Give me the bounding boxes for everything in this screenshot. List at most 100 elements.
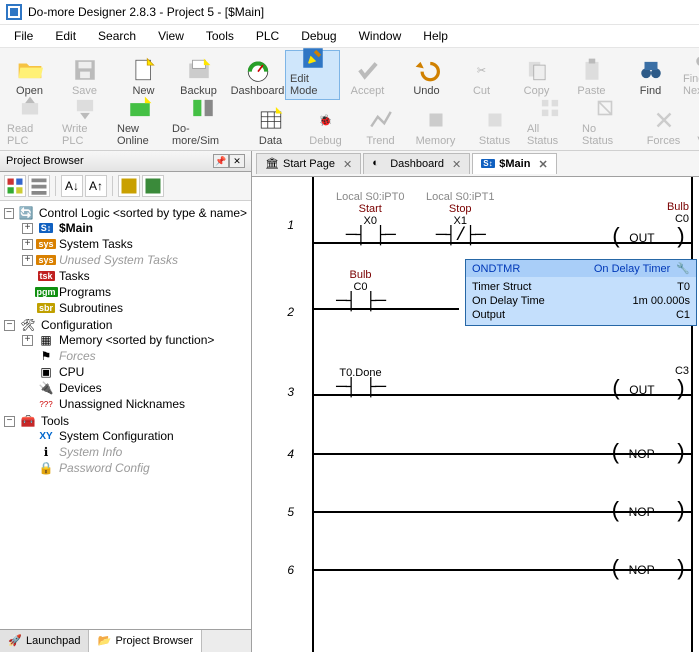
panel-pin-button[interactable]: 📌 [213, 154, 229, 168]
pb-tool-6[interactable] [142, 175, 164, 197]
write-plc-button[interactable]: Write PLC [57, 100, 112, 150]
all-status-button[interactable]: All Status [522, 100, 577, 150]
tree-system-configuration[interactable]: System Configuration [57, 429, 176, 443]
pb-tool-3[interactable]: A↓ [61, 175, 83, 197]
ladder-editor[interactable]: 1 Local S0:iPT0 Start X0 ─┤ ├─ Local S0:… [252, 177, 699, 652]
backup-button[interactable]: Backup [171, 50, 226, 100]
tree-collapse-icon[interactable]: − [4, 208, 14, 219]
tree-icon: 📂 [97, 634, 111, 648]
no-status-button[interactable]: No Status [577, 100, 632, 150]
panel-close-button[interactable]: ✕ [229, 154, 245, 168]
tree-control-logic[interactable]: Control Logic <sorted by type & name> [37, 206, 249, 220]
rung-number: 2 [252, 305, 306, 319]
tree-password-config[interactable]: Password Config [57, 461, 152, 475]
edit-mode-button[interactable]: Edit Mode [285, 50, 340, 100]
tree-unused-system-tasks[interactable]: Unused System Tasks [57, 253, 180, 267]
tree-expand-icon[interactable]: + [22, 255, 33, 266]
rung-4[interactable]: 4 (NOP ) [252, 425, 699, 483]
cut-button[interactable]: ✂Cut [454, 50, 509, 100]
tab-launchpad[interactable]: 🚀Launchpad [0, 630, 89, 652]
pb-tool-4[interactable]: A↑ [85, 175, 107, 197]
contact-no[interactable]: T0.Done ─┤ ├─ [336, 367, 385, 397]
tree-system-info[interactable]: System Info [57, 445, 124, 459]
forces-button[interactable]: Forces [636, 100, 691, 150]
tree-collapse-icon[interactable]: − [4, 416, 15, 427]
memory-button[interactable]: Memory [408, 100, 463, 150]
rung-1[interactable]: 1 Local S0:iPT0 Start X0 ─┤ ├─ Local S0:… [252, 185, 699, 265]
tree-tasks[interactable]: Tasks [57, 269, 92, 283]
contact-no[interactable]: Local S0:iPT0 Start X0 ─┤ ├─ [336, 191, 404, 245]
rung-6[interactable]: 6 (NOP ) [252, 541, 699, 599]
tree-expand-icon[interactable]: + [22, 223, 33, 234]
tree-programs[interactable]: Programs [57, 285, 113, 299]
tree-expand-icon[interactable]: + [22, 239, 33, 250]
timer-instruction-box[interactable]: ONDTMR On Delay Timer 🔧 Timer StructT0 O… [465, 259, 697, 326]
rung-3[interactable]: 3 T0.Done ─┤ ├─ C3 (OUT ) [252, 359, 699, 425]
debug-button[interactable]: 🐞Debug [298, 100, 353, 150]
dashboard-button[interactable]: Dashboard [230, 50, 285, 100]
trend-button[interactable]: Trend [353, 100, 408, 150]
pb-tool-1[interactable] [4, 175, 26, 197]
menu-edit[interactable]: Edit [45, 27, 86, 45]
menu-tools[interactable]: Tools [196, 27, 244, 45]
tree-main[interactable]: $Main [57, 221, 95, 235]
pb-tool-2[interactable] [28, 175, 50, 197]
menu-plc[interactable]: PLC [246, 27, 289, 45]
close-icon[interactable]: ✕ [538, 158, 547, 171]
close-icon[interactable]: ✕ [452, 158, 461, 171]
menu-file[interactable]: File [4, 27, 43, 45]
open-button[interactable]: Open [2, 50, 57, 100]
rung-2[interactable]: 2 Bulb C0 ─┤ ├─ ONDTMR On Delay Timer [252, 265, 699, 359]
tree-memory[interactable]: Memory <sorted by function> [57, 333, 216, 347]
copy-button[interactable]: Copy [509, 50, 564, 100]
accept-button[interactable]: Accept [340, 50, 395, 100]
menu-view[interactable]: View [148, 27, 194, 45]
tree-expand-icon[interactable]: + [22, 335, 33, 346]
menu-window[interactable]: Window [349, 27, 412, 45]
close-icon[interactable]: ✕ [343, 158, 352, 171]
tree-cpu[interactable]: CPU [57, 365, 86, 379]
tree-tools[interactable]: Tools [39, 414, 71, 428]
contact-no[interactable]: Bulb C0 ─┤ ├─ [336, 269, 385, 311]
data-button[interactable]: Data [243, 100, 298, 150]
no-contact-symbol: ─┤ ├─ [336, 227, 404, 245]
read-plc-button[interactable]: Read PLC [2, 100, 57, 150]
save-button[interactable]: Save [57, 50, 112, 100]
doc-tab-main[interactable]: S↕$Main✕ [472, 153, 556, 174]
wrench-icon[interactable]: 🔧 [676, 262, 690, 275]
cpu-icon: ▣ [38, 365, 54, 379]
nop-coil[interactable]: (NOP ) [609, 441, 689, 466]
menu-help[interactable]: Help [413, 27, 458, 45]
rung-5[interactable]: 5 (NOP ) [252, 483, 699, 541]
undo-button[interactable]: Undo [399, 50, 454, 100]
new-button[interactable]: New [116, 50, 171, 100]
nop-coil[interactable]: (NOP ) [609, 499, 689, 524]
tree-system-tasks[interactable]: System Tasks [57, 237, 135, 251]
paste-button[interactable]: Paste [564, 50, 619, 100]
nop-coil[interactable]: (NOP ) [609, 557, 689, 582]
doc-tab-dashboard[interactable]: ◐Dashboard✕ [363, 153, 470, 174]
menu-debug[interactable]: Debug [291, 27, 346, 45]
find-next-button[interactable]: Find Next [678, 50, 699, 100]
new-online-button[interactable]: New Online [112, 100, 167, 150]
doc-tab-start-page[interactable]: 🏛Start Page✕ [256, 153, 361, 174]
output-coil[interactable]: C3 (OUT ) [610, 365, 689, 402]
pb-tool-5[interactable] [118, 175, 140, 197]
status-button[interactable]: Status [467, 100, 522, 150]
tab-project-browser[interactable]: 📂Project Browser [89, 630, 202, 652]
value-button[interactable]: V [691, 100, 699, 150]
tree-unassigned[interactable]: Unassigned Nicknames [57, 397, 187, 411]
tree-devices[interactable]: Devices [57, 381, 104, 395]
project-tree[interactable]: −🔄Control Logic <sorted by type & name> … [0, 201, 251, 629]
tools-icon: 🧰 [20, 414, 36, 428]
contact-nc[interactable]: Local S0:iPT1 Stop X1 ─┤/├─ [426, 191, 494, 245]
tree-collapse-icon[interactable]: − [4, 320, 15, 331]
tree-subroutines[interactable]: Subroutines [57, 301, 125, 315]
subroutines-icon: sbr [38, 301, 54, 315]
output-coil[interactable]: Bulb C0 (OUT ) [610, 201, 689, 250]
find-button[interactable]: Find [623, 50, 678, 100]
menu-search[interactable]: Search [88, 27, 146, 45]
tree-configuration[interactable]: Configuration [39, 318, 114, 332]
domore-sim-button[interactable]: Do-more/Sim [167, 100, 239, 150]
tree-forces[interactable]: Forces [57, 349, 98, 363]
